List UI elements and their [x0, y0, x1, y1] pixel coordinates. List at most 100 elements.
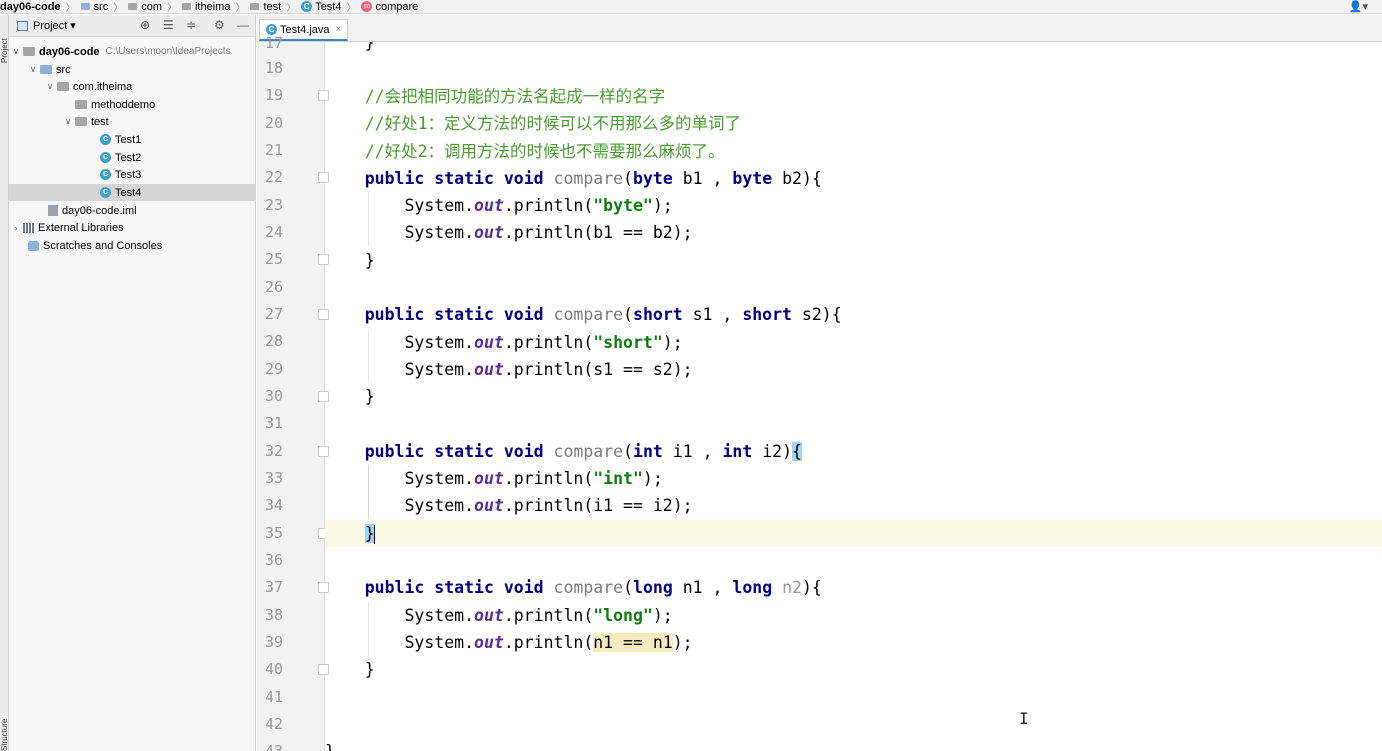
indent-guide	[368, 602, 369, 656]
tree-item-test3[interactable]: C Test3	[9, 166, 256, 183]
method-icon: m	[361, 1, 373, 12]
breadcrumb-com[interactable]: com	[128, 0, 162, 14]
code-token: }	[325, 742, 335, 751]
line-number: 24	[264, 223, 283, 241]
param: b1	[682, 169, 703, 188]
package-icon	[75, 117, 87, 126]
param: n1	[682, 578, 703, 597]
tree-item-src[interactable]: ∨ src	[9, 61, 256, 78]
line-number: 22	[264, 168, 283, 186]
keyword: public	[364, 169, 425, 188]
tree-item-test[interactable]: ∨ test	[9, 113, 256, 130]
tab-label: Test4.java	[280, 23, 330, 36]
tree-item-test1[interactable]: C Test1	[9, 131, 256, 148]
expand-arrow-icon[interactable]: ∨	[63, 116, 73, 127]
keyword: static	[434, 305, 494, 324]
code-line-23: System.out.println("byte");	[325, 192, 1382, 219]
keyword: void	[503, 305, 544, 324]
param: i1	[672, 442, 693, 461]
close-icon[interactable]: ×	[336, 24, 342, 35]
tree-item-label: Test4	[115, 186, 142, 199]
code-line-37: public static void compare(long n1 , lon…	[364, 578, 822, 597]
code-token: );	[652, 606, 673, 625]
expand-arrow-icon[interactable]: ∨	[28, 64, 38, 75]
tree-item-test4[interactable]: C Test4	[9, 184, 256, 201]
breadcrumb-test[interactable]: test	[250, 0, 281, 14]
line-number: 27	[264, 305, 283, 323]
code-token: System.	[404, 223, 475, 242]
java-class-icon: C	[100, 187, 111, 198]
project-icon	[17, 20, 28, 31]
string-literal: "short"	[593, 333, 663, 352]
indent-guide	[368, 329, 369, 383]
tree-item-methoddemo[interactable]: methoddemo	[9, 96, 256, 113]
code-token: }	[364, 42, 375, 52]
breadcrumb-src[interactable]: src	[80, 0, 108, 14]
indent-guide	[368, 465, 369, 519]
tree-item-test2[interactable]: C Test2	[9, 149, 256, 166]
code-line-22: public static void compare(byte b1 , byt…	[364, 169, 822, 188]
keyword: short	[633, 305, 683, 324]
keyword: public	[364, 578, 425, 597]
package-icon	[128, 3, 138, 10]
text-cursor-icon: I	[1019, 709, 1029, 728]
breadcrumb-label: com	[141, 0, 162, 13]
breadcrumb-class[interactable]: C Test4	[301, 0, 341, 14]
line-number: 36	[264, 551, 283, 569]
expand-all-icon[interactable]: ≑	[186, 18, 196, 32]
expand-arrow-icon[interactable]: ∨	[45, 81, 55, 92]
tree-item-label: External Libraries	[38, 221, 124, 234]
user-account-icon[interactable]: 👤▾	[1349, 0, 1368, 13]
line-number: 32	[264, 442, 283, 460]
tree-item-label: Test3	[115, 168, 142, 181]
code-token: );	[662, 333, 683, 352]
keyword: byte	[633, 169, 673, 188]
code-token: );	[672, 496, 693, 515]
code-line-32: public static void compare(int i1 , int …	[364, 442, 802, 461]
field: out	[474, 606, 504, 625]
locate-icon[interactable]: ⊕	[140, 18, 150, 32]
collapse-all-icon[interactable]: ☰	[163, 18, 174, 32]
code-token: }	[364, 387, 375, 406]
code-token: );	[642, 469, 663, 488]
code-token: {	[831, 305, 842, 324]
warning-expression: n1 == n1	[593, 633, 673, 652]
line-number: 19	[264, 86, 283, 104]
breadcrumb-itheima[interactable]: itheima	[181, 0, 230, 14]
tree-item-iml-file[interactable]: day06-code.iml	[9, 202, 256, 219]
breadcrumb-method[interactable]: m compare	[361, 0, 418, 14]
tree-item-com-itheima[interactable]: ∨ com.itheima	[9, 78, 256, 95]
keyword: void	[503, 578, 544, 597]
hide-panel-icon[interactable]: —	[237, 18, 249, 32]
breadcrumb-project[interactable]: day06-code	[0, 0, 61, 14]
code-token: System.	[404, 196, 475, 215]
field: out	[474, 496, 504, 515]
line-number: 17	[264, 34, 283, 52]
tree-item-external-libraries[interactable]: › External Libraries	[9, 219, 256, 236]
code-token: .println(	[503, 333, 594, 352]
line-number: 34	[264, 496, 283, 514]
string-literal: "long"	[593, 606, 653, 625]
code-area[interactable]: } //会把相同功能的方法名起成一样的名字 //好处1：定义方法的时候可以不用那…	[325, 42, 1382, 751]
collapse-arrow-icon[interactable]: ›	[11, 223, 21, 233]
line-number: 18	[264, 59, 283, 77]
param: b2	[782, 169, 802, 188]
gear-icon[interactable]: ⚙	[214, 18, 225, 32]
line-number: 23	[264, 196, 283, 214]
line-number-gutter[interactable]: 17 18 19 20 21 22 23 24 25 26 27 28 29 3…	[257, 34, 329, 751]
expression: b1 == b2	[593, 223, 673, 242]
structure-tool-tab[interactable]: Structure	[0, 701, 9, 751]
project-view-selector[interactable]: Project ▾	[33, 19, 76, 32]
code-token: .println(	[503, 360, 594, 379]
folder-icon	[80, 3, 90, 10]
iml-file-icon	[48, 205, 58, 216]
field: out	[474, 196, 504, 215]
line-number: 30	[264, 387, 283, 405]
code-line-34: System.out.println(i1 == i2);	[325, 492, 1382, 519]
expand-arrow-icon[interactable]: ∨	[11, 46, 21, 57]
project-tool-tab[interactable]: Project	[0, 19, 9, 63]
tree-item-scratches[interactable]: Scratches and Consoles	[9, 237, 256, 254]
tree-item-day06-code[interactable]: ∨ day06-code C:\Users\moon\IdeaProjects	[9, 43, 256, 60]
keyword: static	[434, 169, 494, 188]
code-token: .println(	[503, 496, 594, 515]
